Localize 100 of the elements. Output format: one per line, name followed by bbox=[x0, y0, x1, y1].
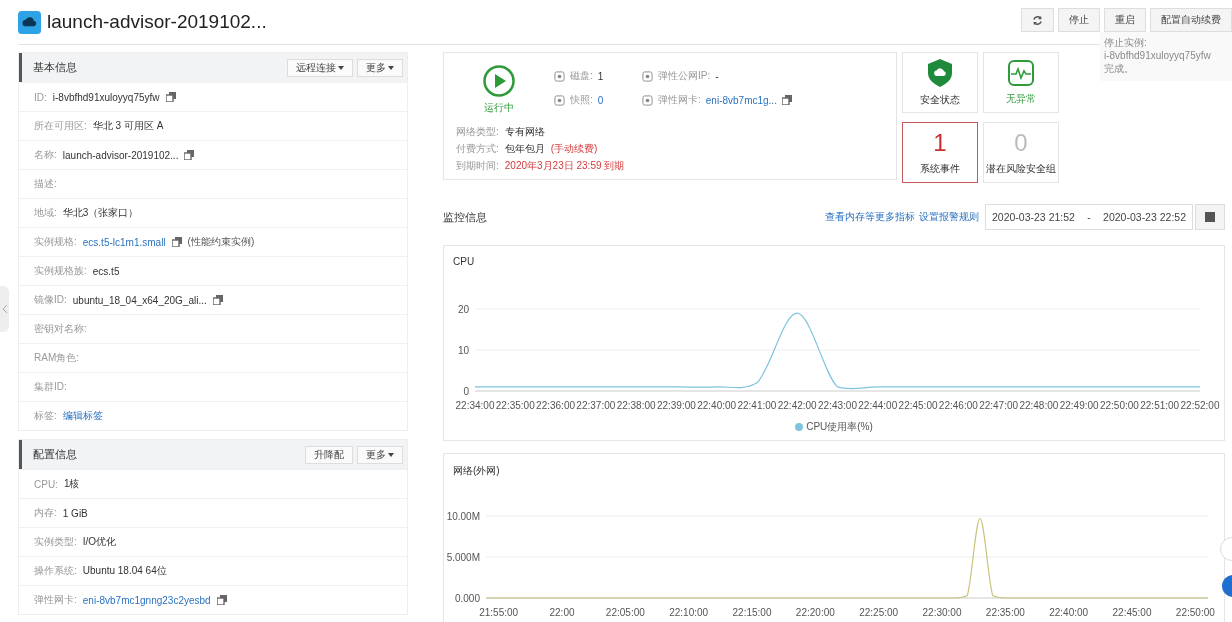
x-tick-label: 22:44:00 bbox=[858, 400, 898, 411]
legend-label[interactable]: CPU使用率(%) bbox=[806, 420, 873, 434]
monitor-link[interactable]: 设置报警规则 bbox=[919, 210, 979, 224]
x-tick-label: 22:35:00 bbox=[985, 607, 1025, 618]
y-tick-label: 0 bbox=[463, 385, 469, 397]
field-value: 1 bbox=[597, 70, 604, 82]
x-tick-label: 22:30:00 bbox=[922, 607, 962, 618]
x-tick-label: 22:37:00 bbox=[576, 400, 616, 411]
section-button[interactable]: 更多 bbox=[357, 445, 403, 464]
heartbeat-icon bbox=[1008, 59, 1034, 86]
x-tick-label: 22:47:00 bbox=[979, 400, 1019, 411]
field-value: Ubuntu 18.04 64位 bbox=[82, 564, 167, 578]
y-tick-label: 10.00M bbox=[446, 510, 480, 522]
field-label: 镜像ID: bbox=[34, 293, 67, 307]
detail-value: 包年包月 bbox=[504, 142, 545, 156]
field-value: ubuntu_18_04_x64_20G_ali... bbox=[72, 294, 207, 306]
header-button[interactable]: 配置自动续费 bbox=[1150, 8, 1232, 32]
section-button[interactable]: 更多 bbox=[357, 58, 403, 77]
value-link[interactable]: 0 bbox=[597, 94, 604, 106]
running-play-icon bbox=[483, 65, 515, 97]
field-label: 操作系统: bbox=[34, 564, 77, 578]
field-label: 密钥对名称: bbox=[34, 322, 87, 336]
status-tile[interactable]: 0 潜在风险安全组 bbox=[983, 122, 1059, 183]
status-tile[interactable]: 1 系统事件 bbox=[902, 122, 978, 183]
header-button[interactable]: 重启 bbox=[1104, 8, 1146, 32]
copy-icon[interactable] bbox=[781, 95, 792, 105]
y-tick-label: 5.000M bbox=[446, 551, 480, 563]
x-tick-label: 22:36:00 bbox=[536, 400, 575, 411]
stat-label: 磁盘: bbox=[570, 69, 593, 83]
x-tick-label: 22:15:00 bbox=[732, 607, 772, 618]
value-link[interactable]: ecs.t5-lc1m1.small bbox=[82, 236, 166, 248]
x-tick-label: 22:00 bbox=[549, 607, 575, 618]
chart-title: CPU bbox=[452, 255, 476, 269]
x-tick-label: 22:05:00 bbox=[605, 607, 645, 618]
detail-value: 2020年3月23日 23:59 到期 bbox=[504, 159, 625, 173]
field-label: ID: bbox=[34, 91, 47, 103]
monitor-title: 监控信息 bbox=[443, 209, 488, 225]
field-label: RAM角色: bbox=[34, 351, 79, 365]
value-link[interactable]: eni-8vb7mc1g... bbox=[705, 94, 777, 106]
refresh-button[interactable] bbox=[1021, 8, 1054, 32]
field-label: CPU: bbox=[34, 478, 58, 490]
count-value: 0 bbox=[1014, 129, 1028, 156]
copy-icon[interactable] bbox=[171, 237, 182, 247]
section-title: 配置信息 bbox=[33, 447, 78, 462]
field-value: 1 GiB bbox=[62, 507, 88, 519]
y-tick-label: 20 bbox=[457, 303, 469, 315]
status-tile[interactable]: 安全状态 bbox=[902, 52, 978, 113]
section-button[interactable]: 升降配 bbox=[305, 445, 353, 464]
field-label: 弹性网卡: bbox=[34, 593, 77, 607]
x-tick-label: 22:38:00 bbox=[616, 400, 656, 411]
stat-label: 弹性网卡: bbox=[658, 93, 701, 107]
x-tick-label: 22:40:00 bbox=[1049, 607, 1089, 618]
date-range-field[interactable]: 2020-03-23 21:52 - 2020-03-23 22:52 bbox=[985, 204, 1193, 230]
field-label: 标签: bbox=[34, 409, 57, 423]
status-text: 运行中 bbox=[484, 101, 514, 115]
status-tile[interactable]: 无异常 bbox=[983, 52, 1059, 113]
cloud-logo-icon bbox=[18, 10, 41, 34]
x-tick-label: 22:50:00 bbox=[1100, 400, 1139, 411]
calendar-button[interactable] bbox=[1195, 204, 1225, 230]
y-tick-label: 0.000 bbox=[454, 592, 480, 604]
monitor-link[interactable]: 查看内存等更多指标 bbox=[825, 210, 915, 224]
copy-icon[interactable] bbox=[184, 150, 195, 160]
shield-icon bbox=[928, 58, 952, 87]
field-value: ecs.t5 bbox=[92, 265, 120, 277]
value-link[interactable]: eni-8vb7mc1gnng23c2yesbd bbox=[82, 594, 211, 606]
field-label: 内存: bbox=[34, 506, 57, 520]
x-tick-label: 22:51:00 bbox=[1140, 400, 1180, 411]
count-value: 1 bbox=[933, 129, 947, 156]
x-tick-label: 22:45:00 bbox=[898, 400, 938, 411]
field-label: 名称: bbox=[34, 148, 57, 162]
x-tick-label: 22:34:00 bbox=[455, 400, 495, 411]
tile-label: 系统事件 bbox=[920, 161, 960, 176]
detail-label: 付费方式: bbox=[456, 142, 499, 156]
copy-icon[interactable] bbox=[212, 295, 223, 305]
x-tick-label: 22:50:00 bbox=[1175, 607, 1215, 618]
field-label: 实例规格族: bbox=[34, 264, 87, 278]
header-button[interactable]: 停止 bbox=[1058, 8, 1100, 32]
chart-title: 网络(外网) bbox=[452, 464, 501, 478]
section-title: 基本信息 bbox=[33, 60, 78, 75]
copy-icon[interactable] bbox=[165, 92, 176, 102]
field-label: 实例规格: bbox=[34, 235, 77, 249]
section-button[interactable]: 远程连接 bbox=[287, 58, 353, 77]
x-tick-label: 22:35:00 bbox=[495, 400, 535, 411]
y-tick-label: 10 bbox=[457, 344, 469, 356]
copy-icon[interactable] bbox=[216, 595, 227, 605]
field-value: 1核 bbox=[63, 477, 80, 491]
refresh-icon bbox=[1032, 14, 1043, 26]
value-link[interactable]: 编辑标签 bbox=[62, 409, 103, 423]
field-value: 华北3（张家口） bbox=[62, 206, 139, 220]
x-tick-label: 22:40:00 bbox=[697, 400, 737, 411]
x-tick-label: 22:48:00 bbox=[1019, 400, 1059, 411]
field-value: I/O优化 bbox=[82, 535, 117, 549]
x-tick-label: 22:52:00 bbox=[1180, 400, 1220, 411]
x-tick-label: 22:41:00 bbox=[737, 400, 777, 411]
x-tick-label: 21:55:00 bbox=[479, 607, 519, 618]
x-tick-label: 22:20:00 bbox=[795, 607, 835, 618]
toast-notification: 停止实例: i-8vbfhd91xuloyyq75yfw 完成。 bbox=[1100, 32, 1232, 81]
x-tick-label: 22:45:00 bbox=[1112, 607, 1152, 618]
collapse-handle[interactable] bbox=[0, 286, 9, 332]
tile-label: 无异常 bbox=[1006, 91, 1036, 106]
